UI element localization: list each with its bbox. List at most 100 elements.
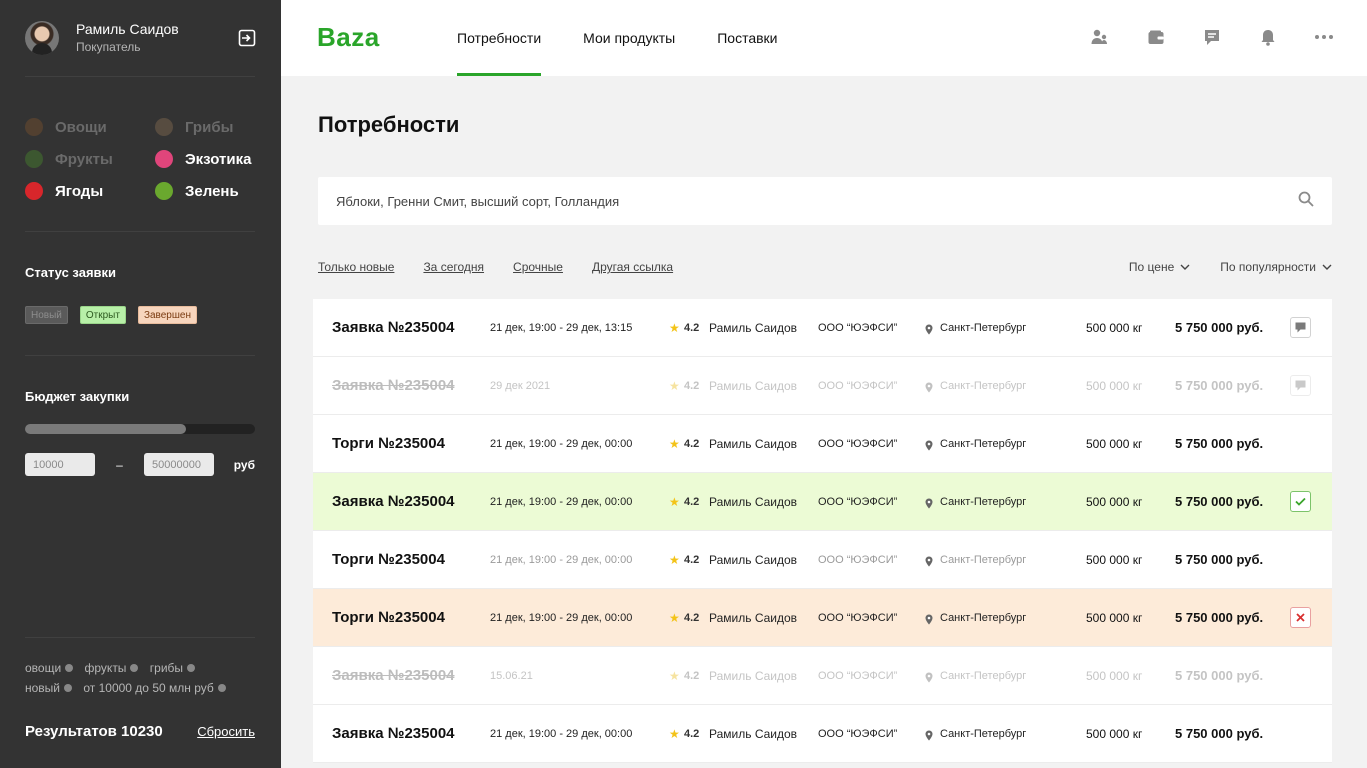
row-price: 5 750 000 руб.: [1175, 378, 1264, 393]
row-company: ООО “ЮЭФСИ”: [818, 553, 898, 566]
budget-slider[interactable]: [25, 424, 255, 434]
comment-button[interactable]: [1290, 317, 1311, 338]
status-chip-new[interactable]: Новый: [25, 306, 68, 324]
category-greens[interactable]: Зелень: [155, 180, 265, 202]
row-company: ООО “ЮЭФСИ”: [818, 379, 898, 392]
star-icon: ★: [669, 726, 680, 741]
star-icon: ★: [669, 378, 680, 393]
category-icon: [155, 182, 173, 200]
reset-link[interactable]: Сбросить: [197, 724, 255, 739]
filter-link-new[interactable]: Только новые: [318, 260, 394, 274]
more-icon[interactable]: [1315, 28, 1333, 46]
divider: [25, 637, 255, 638]
row-buyer-name: Рамиль Саидов: [709, 436, 798, 451]
top-header: Baza Потребности Мои продукты Поставки: [281, 0, 1367, 76]
row-title: Заявка №235004: [332, 667, 455, 684]
divider: [25, 76, 255, 77]
filter-tag[interactable]: фрукты: [85, 658, 139, 678]
category-icon: [25, 118, 43, 136]
nav-my-products[interactable]: Мои продукты: [583, 0, 675, 76]
category-list: Овощи Грибы Фрукты Экзотика Ягоды Зелень: [25, 116, 265, 202]
table-row[interactable]: ★ Торги №235004 21 дек, 19:00 - 29 дек, 00…: [313, 589, 1332, 647]
row-weight: 500 000 кг: [1086, 436, 1143, 451]
star-icon: ★: [669, 436, 680, 451]
row-title: Заявка №235004: [332, 493, 455, 510]
row-city: Санкт-Петербург: [940, 611, 1027, 624]
budget-min-input[interactable]: [25, 453, 95, 476]
comment-button[interactable]: [1290, 375, 1311, 396]
row-title: Заявка №235004: [332, 319, 455, 336]
row-weight: 500 000 кг: [1086, 494, 1143, 509]
row-company: ООО “ЮЭФСИ”: [818, 727, 898, 740]
status-title: Статус заявки: [25, 265, 117, 280]
row-buyer-name: Рамиль Саидов: [709, 320, 798, 335]
sort-by-popularity[interactable]: По популярности: [1220, 260, 1332, 274]
remove-tag-icon[interactable]: [187, 664, 196, 672]
chat-icon[interactable]: [1203, 28, 1221, 46]
table-row[interactable]: ★ Заявка №235004 21 дек, 19:00 - 29 дек, 0…: [313, 705, 1332, 763]
category-exotic[interactable]: Экзотика: [155, 148, 265, 170]
row-buyer-name: Рамиль Саидов: [709, 378, 798, 393]
nav-needs[interactable]: Потребности: [457, 0, 542, 76]
wallet-icon[interactable]: [1147, 28, 1165, 46]
reject-button[interactable]: [1290, 607, 1311, 628]
table-row[interactable]: ★ Торги №235004 21 дек, 19:00 - 29 дек, 00…: [313, 531, 1332, 589]
row-city: Санкт-Петербург: [940, 495, 1027, 508]
table-row[interactable]: ★ Заявка №235004 15.06.21 4.2 Рамиль Саидов О…: [313, 647, 1332, 705]
filter-tag[interactable]: овощи: [25, 658, 74, 678]
quick-filters: Только новые За сегодня Срочные Другая с…: [318, 260, 673, 274]
category-vegetables[interactable]: Овощи: [25, 116, 155, 138]
user-profile[interactable]: Рамиль Саидов Покупатель: [25, 20, 257, 56]
category-icon: [25, 150, 43, 168]
category-fruits[interactable]: Фрукты: [25, 148, 155, 170]
status-chip-open[interactable]: Открыт: [79, 306, 126, 324]
accept-button[interactable]: [1290, 491, 1311, 512]
category-label: Овощи: [55, 118, 107, 136]
search-input[interactable]: [336, 193, 1298, 209]
row-date: 21 дек, 19:00 - 29 дек, 00:00: [490, 437, 633, 450]
row-weight: 500 000 кг: [1086, 726, 1143, 741]
sort-by-price[interactable]: По цене: [1129, 260, 1190, 274]
main-nav: Потребности Мои продукты Поставки: [457, 0, 778, 76]
filter-link-today[interactable]: За сегодня: [423, 260, 484, 274]
filter-tag[interactable]: новый: [25, 678, 73, 698]
logout-icon[interactable]: [237, 28, 257, 48]
active-filters: овощи фрукты грибы новый от 10000 до 50 …: [25, 658, 265, 698]
category-label: Грибы: [185, 118, 234, 136]
nav-deliveries[interactable]: Поставки: [717, 0, 777, 76]
filter-link-other[interactable]: Другая ссылка: [592, 260, 673, 274]
row-company: ООО “ЮЭФСИ”: [818, 495, 898, 508]
avatar: [25, 21, 59, 55]
star-icon: ★: [669, 610, 680, 625]
category-berries[interactable]: Ягоды: [25, 180, 155, 202]
row-weight: 500 000 кг: [1086, 320, 1143, 335]
row-weight: 500 000 кг: [1086, 378, 1143, 393]
table-row[interactable]: ★ Заявка №235004 29 дек 2021 4.2 Рамиль Саид…: [313, 357, 1332, 415]
row-rating: 4.2: [684, 321, 700, 334]
remove-tag-icon[interactable]: [65, 664, 74, 672]
row-price: 5 750 000 руб.: [1175, 668, 1264, 683]
remove-tag-icon[interactable]: [217, 684, 226, 692]
users-icon[interactable]: [1091, 28, 1109, 46]
location-pin-icon: [925, 380, 935, 392]
chevron-down-icon: [1180, 264, 1190, 270]
budget-title: Бюджет закупки: [25, 389, 130, 404]
bell-icon[interactable]: [1259, 28, 1277, 46]
budget-max-input[interactable]: [144, 453, 214, 476]
category-mushrooms[interactable]: Грибы: [155, 116, 265, 138]
search-icon[interactable]: [1298, 191, 1314, 212]
remove-tag-icon[interactable]: [64, 684, 73, 692]
filter-tag[interactable]: от 10000 до 50 млн руб: [83, 678, 226, 698]
filter-link-urgent[interactable]: Срочные: [513, 260, 563, 274]
row-weight: 500 000 кг: [1086, 610, 1143, 625]
row-rating: 4.2: [684, 495, 700, 508]
logo[interactable]: Baza: [317, 22, 380, 53]
table-row[interactable]: ★ Торги №235004 21 дек, 19:00 - 29 дек, 00…: [313, 415, 1332, 473]
remove-tag-icon[interactable]: [130, 664, 139, 672]
status-chip-done[interactable]: Завершен: [137, 306, 197, 324]
table-row[interactable]: ★ Заявка №235004 21 дек, 19:00 - 29 дек, 1…: [313, 299, 1332, 357]
row-company: ООО “ЮЭФСИ”: [818, 611, 898, 624]
filter-tag[interactable]: грибы: [150, 658, 196, 678]
table-row[interactable]: ★ Заявка №235004 21 дек, 19:00 - 29 дек, 0…: [313, 473, 1332, 531]
row-rating: 4.2: [684, 727, 700, 740]
